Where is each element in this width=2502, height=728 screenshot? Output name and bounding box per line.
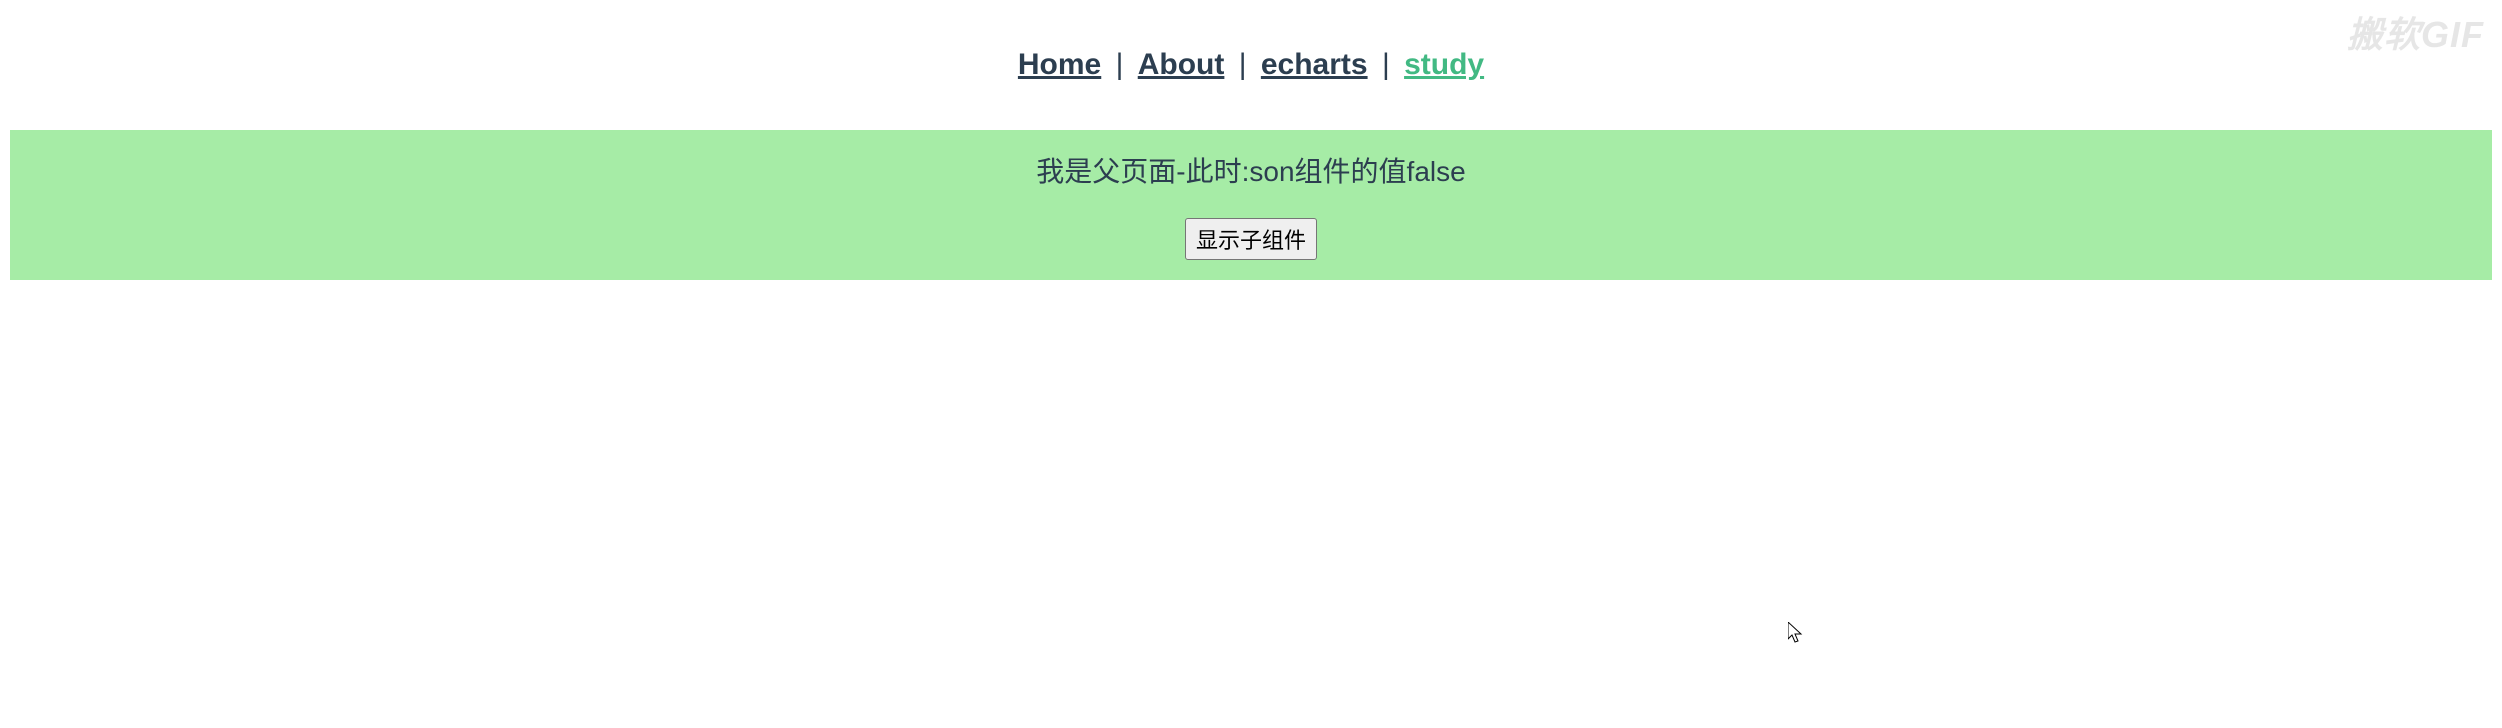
nav-separator: | <box>1376 48 1404 81</box>
nav-link-about[interactable]: About <box>1138 48 1225 81</box>
nav-link-home[interactable]: Home <box>1018 48 1101 81</box>
main-nav: Home | About | echarts | study <box>0 0 2502 130</box>
watermark: 搬软GIF <box>2347 6 2484 58</box>
nav-link-study[interactable]: study <box>1404 48 1484 81</box>
nav-link-echarts[interactable]: echarts <box>1261 48 1368 81</box>
panel-title: 我是父页面-此时:son组件的值false <box>10 150 2492 190</box>
nav-separator: | <box>1110 48 1138 81</box>
show-child-button[interactable]: 显示子组件 <box>1185 218 1317 260</box>
mouse-cursor-icon <box>1788 622 1806 646</box>
parent-panel: 我是父页面-此时:son组件的值false 显示子组件 <box>10 130 2492 280</box>
nav-separator: | <box>1233 48 1261 81</box>
